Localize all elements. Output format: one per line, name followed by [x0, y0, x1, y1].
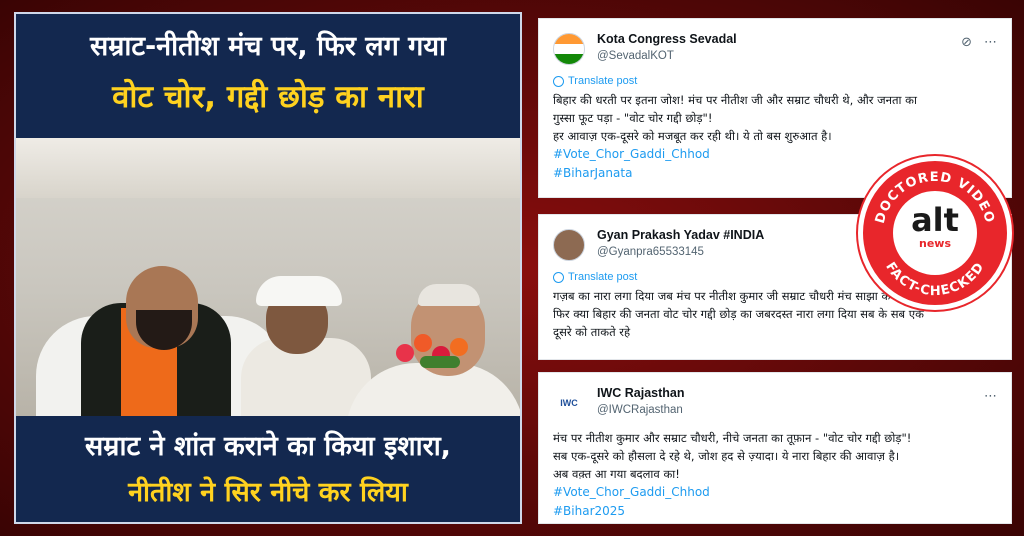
more-icon[interactable]: ⋯ [984, 35, 997, 50]
tweet-card-iwc-rajasthan[interactable]: IWC IWC Rajasthan @IWCRajasthan ⋯ मंच पर… [538, 372, 1012, 524]
tweet-text: बिहार की धरती पर इतना जोश! मंच पर नीतीश … [553, 91, 997, 145]
translate-post-link[interactable]: Translate post [553, 75, 997, 87]
avatar[interactable] [553, 229, 585, 261]
author-handle[interactable]: @IWCRajasthan [597, 402, 685, 418]
flower-bouquet [386, 334, 486, 374]
news-graphic: सम्राट-नीतीश मंच पर, फिर लग गया वोट चोर,… [14, 12, 522, 524]
author-handle[interactable]: @SevadalKOT [597, 48, 737, 64]
fact-check-stamp: DOCTORED VIDEO FACT-CHECKED alt news [858, 156, 1012, 310]
graphic-banner: सम्राट ने शांत कराने का किया इशारा, नीती… [16, 416, 520, 522]
hashtag-link[interactable]: #Bihar2025 [553, 502, 997, 521]
translate-label[interactable]: Translate post [568, 271, 637, 283]
logo-subtext: news [918, 237, 951, 250]
globe-icon [553, 75, 564, 87]
author-handle[interactable]: @Gyanpra65533145 [597, 244, 764, 260]
tweet-line: अब वक़्त आ गया बदलाव का! [553, 467, 680, 481]
headline-line-2: वोट चोर, गद्दी छोड़ का नारा [112, 79, 424, 115]
tweet-line: बिहार की धरती पर इतना जोश! मंच पर नीतीश … [553, 93, 917, 107]
avatar[interactable] [553, 33, 585, 65]
banner-line-2: नीतीश ने सिर नीचे कर लिया [128, 477, 408, 508]
globe-icon [553, 271, 564, 283]
tweet-text: मंच पर नीतीश कुमार और सम्राट चौधरी, नीचे… [553, 429, 997, 483]
author-name[interactable]: Kota Congress Sevadal [597, 31, 737, 48]
grok-icon[interactable]: ⊘ [961, 35, 972, 50]
tweet-line: दूसरे को ताकते रहे [553, 325, 631, 339]
avatar[interactable]: IWC [553, 387, 585, 419]
translate-label[interactable]: Translate post [568, 75, 637, 87]
altnews-logo: alt news [893, 191, 977, 275]
hashtag-link[interactable]: #Vote_Chor_Gaddi_Chhod [553, 483, 997, 502]
author-name[interactable]: IWC Rajasthan [597, 385, 685, 402]
tweet-line: गुस्सा फूट पड़ा - "वोट चोर गद्दी छोड़"! [553, 111, 713, 125]
more-icon[interactable]: ⋯ [984, 389, 997, 404]
headline-line-1: सम्राट-नीतीश मंच पर, फिर लग गया [89, 31, 447, 62]
stage-photo [16, 138, 520, 416]
graphic-headline: सम्राट-नीतीश मंच पर, फिर लग गया वोट चोर,… [16, 14, 520, 138]
tweet-line: सब एक-दूसरे को हौसला दे रहे थे, जोश हद स… [553, 449, 900, 463]
tweet-line: हर आवाज़ एक-दूसरे को मजबूत कर रही थी। ये… [553, 129, 832, 143]
banner-line-1: सम्राट ने शांत कराने का किया इशारा, [85, 431, 451, 462]
author-name[interactable]: Gyan Prakash Yadav #INDIA [597, 227, 764, 244]
tweet-line: मंच पर नीतीश कुमार और सम्राट चौधरी, नीचे… [553, 431, 912, 445]
